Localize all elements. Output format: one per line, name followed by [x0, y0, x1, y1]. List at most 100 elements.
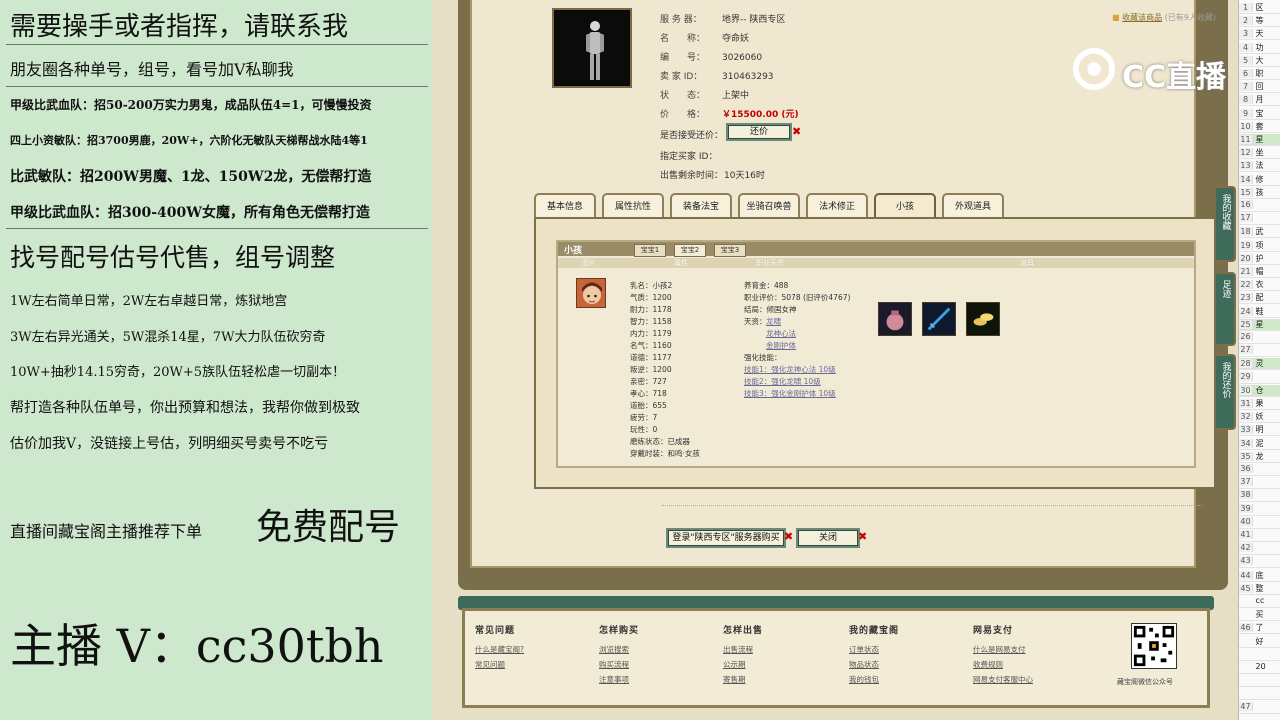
footer-link[interactable]: 常见问题	[475, 657, 524, 672]
sword-item-icon[interactable]	[922, 302, 956, 336]
sheet-row[interactable]: 13 法	[1239, 160, 1280, 173]
tab-child[interactable]: 小孩	[874, 193, 936, 219]
tab-appearance[interactable]: 外观道具	[942, 193, 1004, 219]
sheet-row[interactable]: 20	[1239, 662, 1280, 674]
sheet-row[interactable]: 5 大	[1239, 55, 1280, 67]
sheet-row[interactable]: 24 鞋	[1239, 306, 1280, 318]
sheet-cell: 鞋	[1253, 306, 1264, 316]
sheet-row[interactable]: 26	[1239, 332, 1280, 344]
tab-equipment[interactable]: 装备法宝	[670, 193, 732, 219]
close-x-icon[interactable]: ✖	[858, 530, 867, 543]
sheet-row[interactable]: 37	[1239, 477, 1280, 490]
sheet-row[interactable]: 16	[1239, 200, 1280, 212]
sheet-row[interactable]: 19 项	[1239, 240, 1280, 252]
counter-close-icon[interactable]: ✖	[792, 125, 801, 138]
my-favorites-button[interactable]: 我的收藏	[1214, 186, 1236, 262]
sheet-row[interactable]: 28 灵	[1239, 358, 1280, 371]
sheet-row[interactable]: 41	[1239, 530, 1280, 542]
footprint-button[interactable]: 足迹	[1214, 272, 1236, 346]
sheet-row[interactable]: 10 套	[1239, 121, 1280, 133]
sub-tab-baby3[interactable]: 宝宝3	[714, 244, 746, 257]
buy-close-icon[interactable]: ✖	[784, 530, 793, 543]
sheet-row[interactable]	[1239, 688, 1280, 701]
sheet-row[interactable]: 42	[1239, 543, 1280, 556]
sheet-row[interactable]: 15 孩	[1239, 187, 1280, 199]
sheet-row[interactable]: 3 天	[1239, 28, 1280, 41]
sheet-row[interactable]: 7 回	[1239, 81, 1280, 94]
footer-link[interactable]: 购买流程	[599, 657, 639, 672]
sheet-row[interactable]: 4 功	[1239, 42, 1280, 54]
tab-basic-info[interactable]: 基本信息	[534, 193, 596, 219]
skill-link-2[interactable]: 技能2：强化龙啸 10级	[744, 376, 821, 387]
sub-tab-baby2[interactable]: 宝宝2	[674, 244, 706, 257]
sheet-row[interactable]: 32 妖	[1239, 411, 1280, 424]
sheet-row[interactable]: 23 配	[1239, 292, 1280, 305]
buy-on-server-button[interactable]: 登录"陕西专区"服务器购买	[666, 528, 786, 548]
sheet-row[interactable]: 27	[1239, 345, 1280, 358]
sheet-row[interactable]: 买	[1239, 609, 1280, 622]
sheet-row[interactable]: 39	[1239, 503, 1280, 516]
sheet-row[interactable]: 44 底	[1239, 570, 1280, 582]
tab-attributes[interactable]: 属性抗性	[602, 193, 664, 219]
sheet-row[interactable]: 好	[1239, 636, 1280, 648]
sheet-row[interactable]: 12 坐	[1239, 147, 1280, 160]
footer-link[interactable]: 注意事项	[599, 672, 639, 687]
talent-link-2[interactable]: 龙神心法	[766, 328, 796, 339]
tab-spells[interactable]: 法术修正	[806, 193, 868, 219]
footer-link[interactable]: 什么是藏宝阁?	[475, 642, 524, 657]
sheet-row[interactable]: 29	[1239, 371, 1280, 384]
sheet-row[interactable]: 31 果	[1239, 398, 1280, 410]
talent-link-1[interactable]: 龙啸	[766, 316, 781, 327]
sheet-row[interactable]: 36	[1239, 464, 1280, 476]
footer-link[interactable]: 订单状态	[849, 642, 899, 657]
sheet-row[interactable]: 11 星	[1239, 134, 1280, 146]
sheet-row[interactable]: 25 星	[1239, 318, 1280, 331]
my-counter-offers-button[interactable]: 我的还价	[1214, 354, 1236, 430]
sheet-row[interactable]: 34 泥	[1239, 438, 1280, 450]
sub-tab-baby1[interactable]: 宝宝1	[634, 244, 666, 257]
sheet-row[interactable]: 35 龙	[1239, 451, 1280, 463]
footer-link[interactable]: 寄售期	[723, 672, 763, 687]
sheet-row[interactable]: 46 了	[1239, 622, 1280, 635]
tab-mounts[interactable]: 坐骑召唤兽	[738, 193, 800, 219]
gold-item-icon[interactable]	[966, 302, 1000, 336]
sheet-row[interactable]: cc	[1239, 596, 1280, 608]
skill-link-1[interactable]: 技能1：强化龙神心法 10级	[744, 364, 836, 375]
sheet-row[interactable]: 22 衣	[1239, 279, 1280, 292]
footer-link[interactable]: 公示期	[723, 657, 763, 672]
sheet-row[interactable]: 6 职	[1239, 68, 1280, 80]
sheet-row[interactable]: 38	[1239, 490, 1280, 503]
sheet-row[interactable]: 17	[1239, 213, 1280, 226]
sheet-row[interactable]: 47	[1239, 701, 1280, 714]
sheet-row[interactable]: 40	[1239, 516, 1280, 529]
counter-offer-button[interactable]: 还价	[726, 123, 792, 141]
sheet-row[interactable]: 9 宝	[1239, 108, 1280, 120]
sheet-row[interactable]: 8 月	[1239, 94, 1280, 107]
counter-offer-label: 是否接受还价：	[660, 131, 724, 141]
sheet-row[interactable]: 20 护	[1239, 253, 1280, 265]
sheet-row[interactable]: 33 明	[1239, 424, 1280, 437]
footer-link[interactable]: 我的钱包	[849, 672, 899, 687]
close-button[interactable]: 关闭	[796, 528, 860, 548]
footer-link[interactable]: 浏览搜索	[599, 642, 639, 657]
sheet-row[interactable]	[1239, 649, 1280, 661]
footer-link[interactable]: 收费规则	[973, 657, 1033, 672]
footer-link[interactable]: 物品状态	[849, 657, 899, 672]
sheet-row[interactable]: 45 整	[1239, 583, 1280, 595]
favorite-link[interactable]: 收藏该商品	[1122, 13, 1162, 22]
sheet-row[interactable]: 21 帽	[1239, 266, 1280, 278]
sheet-row[interactable]: 43	[1239, 556, 1280, 569]
talent-link-3[interactable]: 金刚护体	[766, 340, 796, 351]
server-label: 服 务 器：	[660, 15, 702, 25]
footer-link[interactable]: 出售流程	[723, 642, 763, 657]
sheet-row[interactable]: 30 仓	[1239, 384, 1280, 397]
pouch-item-icon[interactable]	[878, 302, 912, 336]
sheet-row[interactable]: 1 区	[1239, 2, 1280, 14]
sheet-row[interactable]	[1239, 675, 1280, 688]
footer-link[interactable]: 网易支付客服中心	[973, 672, 1033, 687]
sheet-row[interactable]: 2 等	[1239, 15, 1280, 28]
skill-link-3[interactable]: 技能3：强化金刚护体 10级	[744, 388, 836, 399]
sheet-row[interactable]: 14 修	[1239, 174, 1280, 186]
footer-link[interactable]: 什么是网易支付	[973, 642, 1033, 657]
sheet-row[interactable]: 18 武	[1239, 226, 1280, 239]
